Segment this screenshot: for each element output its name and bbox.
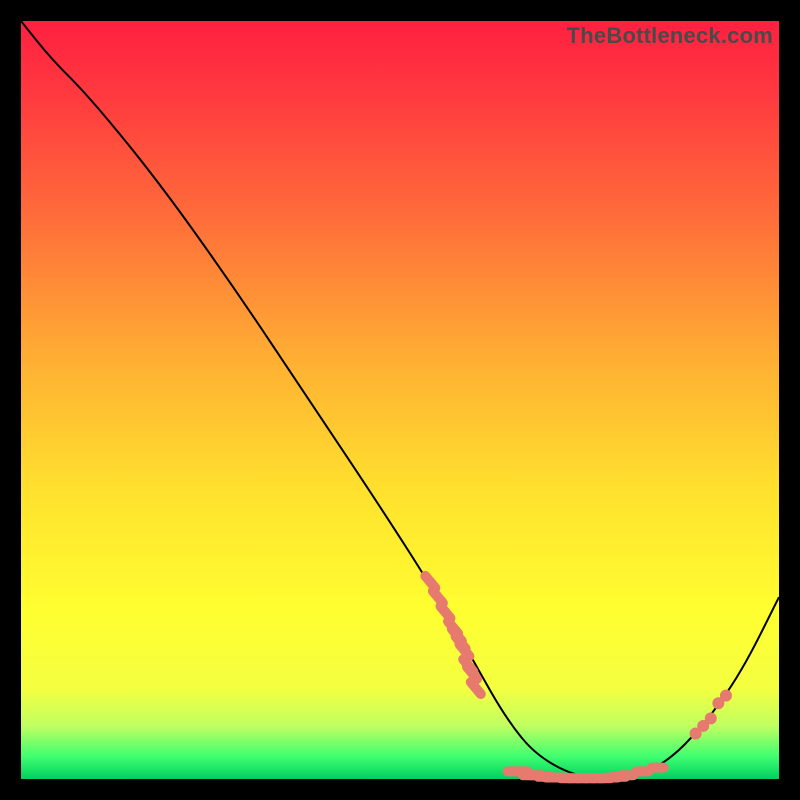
marker-left xyxy=(433,591,443,603)
marker-left xyxy=(425,576,435,588)
bottleneck-curve xyxy=(21,21,779,779)
marker-right xyxy=(705,712,717,724)
chart-svg xyxy=(21,21,779,779)
marker-left xyxy=(471,682,481,694)
marker-right xyxy=(720,690,732,702)
marker-left xyxy=(440,606,450,618)
chart-area: TheBottleneck.com xyxy=(21,21,779,779)
